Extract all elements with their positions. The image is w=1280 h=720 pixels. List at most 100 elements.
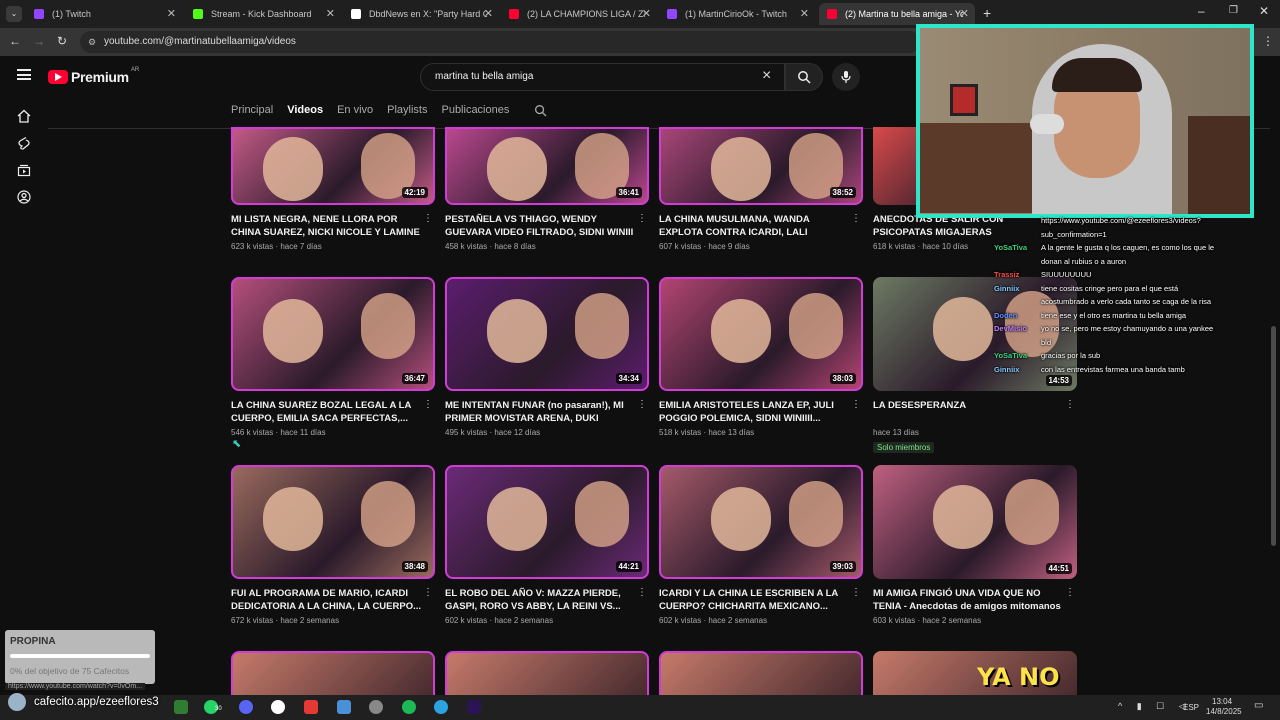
- premiere-icon[interactable]: [467, 700, 481, 714]
- youtube-logo[interactable]: Premium AR: [48, 67, 139, 85]
- obs-icon[interactable]: [271, 700, 285, 714]
- tray-icons[interactable]: ^ ▮ ☐ ◁: [1118, 701, 1192, 712]
- browser-menu-icon[interactable]: ⋮: [1262, 34, 1274, 48]
- forward-icon[interactable]: →: [33, 34, 45, 48]
- video-title[interactable]: FUI AL PROGRAMA DE MARIO, ICARDI DEDICAT…: [231, 587, 421, 613]
- video-thumbnail[interactable]: 36:47: [231, 277, 435, 391]
- video-title[interactable]: EL ROBO DEL AÑO V: MAZZA PIERDE, GASPI, …: [445, 587, 635, 613]
- more-actions-icon[interactable]: ⋮: [1065, 587, 1075, 598]
- video-thumbnail[interactable]: 38:03: [659, 277, 863, 391]
- browser-tab[interactable]: (1) MartinCirioOk - Twitch ✕: [659, 3, 815, 25]
- tab-favicon-icon: [827, 9, 837, 19]
- video-card[interactable]: 36:47 LA CHINA SUAREZ BOZAL LEGAL A LA C…: [231, 277, 435, 437]
- video-thumbnail[interactable]: 38:48: [231, 465, 435, 579]
- video-card[interactable]: 38:48 FUI AL PROGRAMA DE MARIO, ICARDI D…: [231, 465, 435, 625]
- video-card[interactable]: 38:03 EMILIA ARISTOTELES LANZA EP, JULI …: [659, 277, 863, 437]
- new-tab-button[interactable]: +: [983, 5, 991, 21]
- tb-app-icon[interactable]: [174, 700, 188, 714]
- video-thumbnail[interactable]: 36:41: [445, 127, 649, 205]
- video-card[interactable]: 34:34 ME INTENTAN FUNAR (no pasaran!), M…: [445, 277, 649, 437]
- reload-icon[interactable]: ↻: [57, 34, 67, 48]
- app-icon-2[interactable]: [337, 700, 351, 714]
- site-info-icon[interactable]: ⚙: [88, 31, 96, 53]
- close-tab-icon[interactable]: ✕: [642, 7, 651, 20]
- you-icon[interactable]: [17, 190, 31, 204]
- maximize-button[interactable]: ❐: [1229, 5, 1238, 16]
- subscriptions-icon[interactable]: [17, 163, 31, 177]
- more-actions-icon[interactable]: ⋮: [1065, 399, 1075, 410]
- video-title[interactable]: EMILIA ARISTOTELES LANZA EP, JULI POGGIO…: [659, 399, 849, 425]
- more-actions-icon[interactable]: ⋮: [423, 587, 433, 598]
- spotify-icon[interactable]: [402, 700, 416, 714]
- tab-list-dropdown[interactable]: ⌄: [6, 6, 22, 22]
- browser-tab[interactable]: (2) Martina tu bella amiga - Yo ✕: [819, 3, 975, 25]
- video-card[interactable]: 38:52 LA CHINA MUSULMANA, WANDA EXPLOTA …: [659, 127, 863, 251]
- video-thumbnail[interactable]: 38:52: [659, 127, 863, 205]
- video-card[interactable]: 42:19 MI LISTA NEGRA, NENE LLORA POR CHI…: [231, 127, 435, 251]
- more-actions-icon[interactable]: ⋮: [851, 399, 861, 410]
- close-window-button[interactable]: ✕: [1259, 4, 1269, 18]
- video-card[interactable]: 36:41 PESTAÑELA VS THIAGO, WENDY GUEVARA…: [445, 127, 649, 251]
- browser-tab[interactable]: (1) Twitch ✕: [26, 3, 182, 25]
- voice-search-button[interactable]: [832, 63, 860, 91]
- video-title[interactable]: MI AMIGA FINGIÓ UNA VIDA QUE NO TENIA - …: [873, 587, 1063, 613]
- video-meta: hace 13 días: [873, 428, 1077, 437]
- clear-search-icon[interactable]: ×: [762, 67, 771, 85]
- browser-tab[interactable]: Stream - Kick Dashboard ✕: [185, 3, 341, 25]
- close-tab-icon[interactable]: ✕: [960, 7, 969, 20]
- guide-menu-icon[interactable]: [17, 69, 31, 80]
- video-title[interactable]: LA DESESPERANZA: [873, 399, 1063, 425]
- video-title[interactable]: ME INTENTAN FUNAR (no pasaran!), MI PRIM…: [445, 399, 635, 425]
- video-thumbnail[interactable]: 42:19: [231, 127, 435, 205]
- skype-icon[interactable]: [434, 700, 448, 714]
- video-title[interactable]: MI LISTA NEGRA, NENE LLORA POR CHINA SUA…: [231, 213, 421, 239]
- video-thumbnail[interactable]: 44:51: [873, 465, 1077, 579]
- video-meta: 518 k vistas · hace 13 días: [659, 428, 755, 437]
- back-icon[interactable]: ←: [9, 34, 21, 48]
- cabinet: [1188, 116, 1250, 214]
- close-tab-icon[interactable]: ✕: [800, 7, 809, 20]
- more-actions-icon[interactable]: ⋮: [851, 587, 861, 598]
- search-button[interactable]: [785, 63, 823, 91]
- channel-tab[interactable]: Playlists: [387, 104, 427, 124]
- search-box[interactable]: martina tu bella amiga ×: [420, 63, 785, 91]
- video-card[interactable]: 44:51 MI AMIGA FINGIÓ UNA VIDA QUE NO TE…: [873, 465, 1077, 625]
- channel-search-icon[interactable]: [534, 104, 547, 117]
- home-icon[interactable]: [17, 109, 31, 123]
- channel-tab[interactable]: Publicaciones: [441, 104, 509, 124]
- notification-icon[interactable]: ▭: [1254, 700, 1263, 711]
- address-field[interactable]: ⚙ youtube.com/@martinatubellaamiga/video…: [80, 31, 920, 53]
- channel-tab[interactable]: En vivo: [337, 104, 373, 124]
- shorts-icon[interactable]: [17, 136, 31, 150]
- page-scrollbar-thumb[interactable]: [1271, 326, 1276, 546]
- video-title[interactable]: PESTAÑELA VS THIAGO, WENDY GUEVARA VIDEO…: [445, 213, 635, 239]
- discord-icon[interactable]: [239, 700, 253, 714]
- input-language[interactable]: ESP: [1183, 703, 1199, 712]
- app-icon[interactable]: [304, 700, 318, 714]
- close-tab-icon[interactable]: ✕: [484, 7, 493, 20]
- channel-tab[interactable]: Videos: [287, 104, 323, 124]
- steam-icon[interactable]: [369, 700, 383, 714]
- more-actions-icon[interactable]: ⋮: [637, 213, 647, 224]
- video-card[interactable]: 44:21 EL ROBO DEL AÑO V: MAZZA PIERDE, G…: [445, 465, 649, 625]
- video-thumbnail[interactable]: 39:03: [659, 465, 863, 579]
- browser-tab[interactable]: (2) LA CHAMPIONS LIGA / Zap ✕: [501, 3, 657, 25]
- more-actions-icon[interactable]: ⋮: [637, 399, 647, 410]
- search-input[interactable]: martina tu bella amiga: [435, 71, 533, 82]
- video-thumbnail[interactable]: 44:21: [445, 465, 649, 579]
- video-title[interactable]: ICARDI Y LA CHINA LE ESCRIBEN A LA CUERP…: [659, 587, 849, 613]
- video-title[interactable]: LA CHINA MUSULMANA, WANDA EXPLOTA CONTRA…: [659, 213, 849, 239]
- channel-tab[interactable]: Principal: [231, 104, 273, 124]
- minimize-button[interactable]: –: [1198, 4, 1205, 18]
- more-actions-icon[interactable]: ⋮: [423, 213, 433, 224]
- more-actions-icon[interactable]: ⋮: [851, 213, 861, 224]
- close-tab-icon[interactable]: ✕: [326, 7, 335, 20]
- close-tab-icon[interactable]: ✕: [167, 7, 176, 20]
- more-actions-icon[interactable]: ⋮: [637, 587, 647, 598]
- tip-progress-bar: [10, 654, 150, 658]
- video-title[interactable]: LA CHINA SUAREZ BOZAL LEGAL A LA CUERPO,…: [231, 399, 421, 425]
- browser-tab[interactable]: DbdNews en X: "Party Hard Col ✕: [343, 3, 499, 25]
- video-thumbnail[interactable]: 34:34: [445, 277, 649, 391]
- video-card[interactable]: 39:03 ICARDI Y LA CHINA LE ESCRIBEN A LA…: [659, 465, 863, 625]
- more-actions-icon[interactable]: ⋮: [423, 399, 433, 410]
